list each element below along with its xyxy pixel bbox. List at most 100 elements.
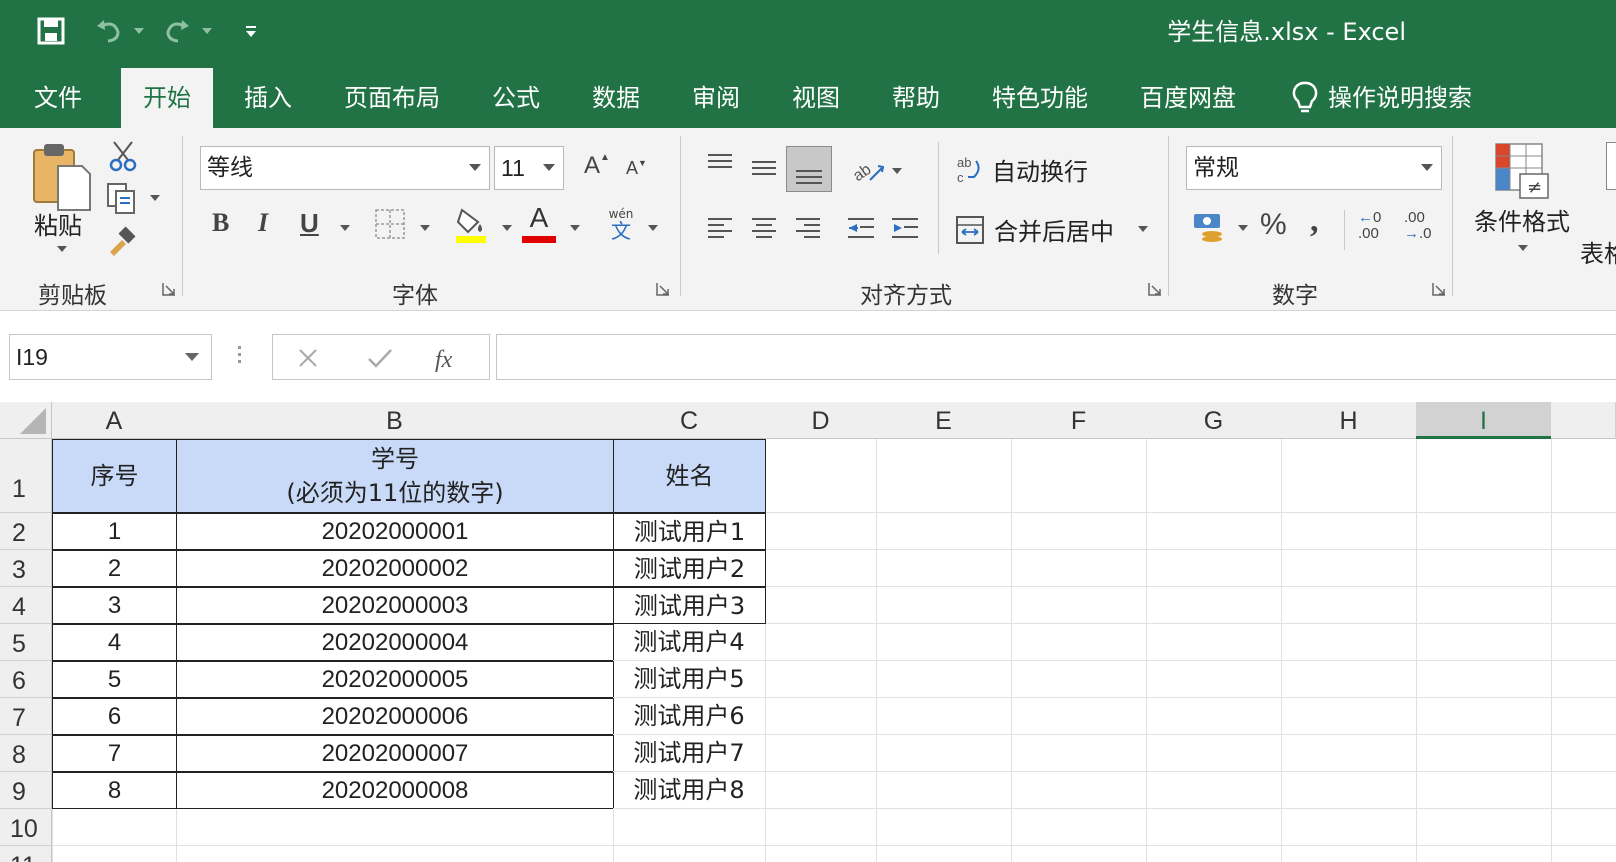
column-header-g[interactable]: G <box>1146 402 1282 439</box>
row-header-7[interactable]: 7 <box>0 698 52 735</box>
merge-center-dropdown-icon[interactable] <box>1138 226 1148 232</box>
increase-decimal-button[interactable]: ←0 .00 <box>1358 210 1394 242</box>
cell-A6[interactable]: 5 <box>52 661 177 698</box>
tab-baidu-netdisk[interactable]: 百度网盘 <box>1140 68 1236 128</box>
increase-indent-icon[interactable] <box>890 216 920 242</box>
tell-me-search[interactable]: 操作说明搜索 <box>1292 68 1472 128</box>
row-header-8[interactable]: 8 <box>0 735 52 772</box>
row-header-5[interactable]: 5 <box>0 624 52 661</box>
cell-B8[interactable]: 20202000007 <box>176 735 614 772</box>
copy-dropdown-icon[interactable] <box>150 195 160 201</box>
tab-view[interactable]: 视图 <box>792 68 840 128</box>
row-header-2[interactable]: 2 <box>0 513 52 550</box>
column-header-c[interactable]: C <box>613 402 766 439</box>
cell-B4[interactable]: 20202000003 <box>176 587 614 624</box>
decrease-font-size-icon[interactable]: A▼ <box>626 158 647 179</box>
row-header-11[interactable]: 11 <box>0 846 52 862</box>
decrease-indent-icon[interactable] <box>846 216 876 242</box>
fill-color-dropdown-icon[interactable] <box>502 225 512 231</box>
cell-A4[interactable]: 3 <box>52 587 177 624</box>
align-center-icon[interactable] <box>750 216 778 242</box>
cell-C4[interactable]: 测试用户3 <box>613 587 766 624</box>
cell-A1[interactable]: 序号 <box>52 439 177 513</box>
column-header-overflow[interactable] <box>1551 402 1616 439</box>
column-header-h[interactable]: H <box>1281 402 1417 439</box>
row-header-4[interactable]: 4 <box>0 587 52 624</box>
tab-insert[interactable]: 插入 <box>244 68 292 128</box>
italic-button[interactable]: I <box>258 208 268 238</box>
select-all-button[interactable] <box>0 402 52 439</box>
align-middle-icon[interactable] <box>750 156 778 180</box>
worksheet-grid[interactable]: ABCDEFGHI 1234567891011 序号 学号 (必须为11位的数字… <box>0 392 1616 862</box>
cell-C6[interactable]: 测试用户5 <box>613 661 766 698</box>
wrap-text-button[interactable]: ab c 自动换行 <box>956 152 1088 187</box>
accounting-format-icon[interactable] <box>1192 210 1226 244</box>
conditional-formatting-icon[interactable]: ≠ <box>1494 142 1550 200</box>
cut-icon[interactable] <box>108 140 138 172</box>
row-header-9[interactable]: 9 <box>0 772 52 809</box>
cell-A2[interactable]: 1 <box>52 513 177 550</box>
decrease-decimal-button[interactable]: .00 →.0 <box>1404 210 1440 242</box>
cell-A7[interactable]: 6 <box>52 698 177 735</box>
align-right-icon[interactable] <box>794 216 822 242</box>
conditional-formatting-dropdown-icon[interactable] <box>1518 245 1528 251</box>
phonetic-dropdown-icon[interactable] <box>648 225 658 231</box>
paste-icon[interactable] <box>30 140 94 214</box>
tab-help[interactable]: 帮助 <box>892 68 940 128</box>
cell-C3[interactable]: 测试用户2 <box>613 550 766 587</box>
cell-B5[interactable]: 20202000004 <box>176 624 614 661</box>
paste-button-label[interactable]: 粘贴 <box>34 206 82 241</box>
orientation-icon[interactable]: ab <box>850 152 886 186</box>
row-header-6[interactable]: 6 <box>0 661 52 698</box>
align-top-icon[interactable] <box>706 152 734 176</box>
format-as-table-icon[interactable] <box>1606 142 1616 190</box>
cell-A9[interactable]: 8 <box>52 772 177 809</box>
number-format-combo[interactable]: 常规 <box>1186 146 1442 190</box>
tab-page-layout[interactable]: 页面布局 <box>344 68 440 128</box>
column-header-i[interactable]: I <box>1416 402 1552 439</box>
cell-A8[interactable]: 7 <box>52 735 177 772</box>
merge-center-button[interactable]: 合并后居中 <box>956 212 1114 247</box>
formula-bar-grip-icon[interactable] <box>238 346 242 368</box>
increase-font-size-icon[interactable]: A▲ <box>584 152 610 180</box>
fill-color-icon[interactable] <box>454 204 488 244</box>
percent-style-button[interactable]: % <box>1260 208 1287 242</box>
cell-C8[interactable]: 测试用户7 <box>613 735 766 772</box>
column-header-e[interactable]: E <box>876 402 1012 439</box>
row-header-10[interactable]: 10 <box>0 809 52 846</box>
cell-B7[interactable]: 20202000006 <box>176 698 614 735</box>
copy-icon[interactable] <box>106 182 140 216</box>
orientation-dropdown-icon[interactable] <box>892 168 902 174</box>
cell-C1[interactable]: 姓名 <box>613 439 766 513</box>
paste-dropdown-icon[interactable] <box>57 246 67 252</box>
font-size-combo[interactable]: 11 <box>494 146 564 190</box>
cell-B6[interactable]: 20202000005 <box>176 661 614 698</box>
align-bottom-icon[interactable] <box>786 146 832 192</box>
align-left-icon[interactable] <box>706 216 734 242</box>
borders-icon[interactable] <box>374 208 406 240</box>
row-header-3[interactable]: 3 <box>0 550 52 587</box>
cell-C9[interactable]: 测试用户8 <box>613 772 766 809</box>
font-name-combo[interactable]: 等线 <box>200 146 490 190</box>
tab-special-features[interactable]: 特色功能 <box>992 68 1088 128</box>
cell-B3[interactable]: 20202000002 <box>176 550 614 587</box>
cell-B9[interactable]: 20202000008 <box>176 772 614 809</box>
format-painter-icon[interactable] <box>106 226 138 256</box>
font-launcher-icon[interactable] <box>656 282 670 296</box>
column-header-f[interactable]: F <box>1011 402 1147 439</box>
tab-home[interactable]: 开始 <box>121 68 213 128</box>
tab-data[interactable]: 数据 <box>592 68 640 128</box>
accounting-dropdown-icon[interactable] <box>1238 225 1248 231</box>
row-header-1[interactable]: 1 <box>0 439 52 513</box>
phonetic-guide-icon[interactable]: wén 文 <box>606 208 636 242</box>
cell-C7[interactable]: 测试用户6 <box>613 698 766 735</box>
font-color-dropdown-icon[interactable] <box>570 225 580 231</box>
underline-dropdown-icon[interactable] <box>340 225 350 231</box>
cancel-icon[interactable] <box>297 347 319 369</box>
cell-A3[interactable]: 2 <box>52 550 177 587</box>
column-header-a[interactable]: A <box>52 402 177 439</box>
format-as-table-label[interactable]: 表格 <box>1580 234 1616 269</box>
cell-C5[interactable]: 测试用户4 <box>613 624 766 661</box>
bold-button[interactable]: B <box>212 208 229 238</box>
cell-B1[interactable]: 学号 (必须为11位的数字) <box>176 439 614 513</box>
